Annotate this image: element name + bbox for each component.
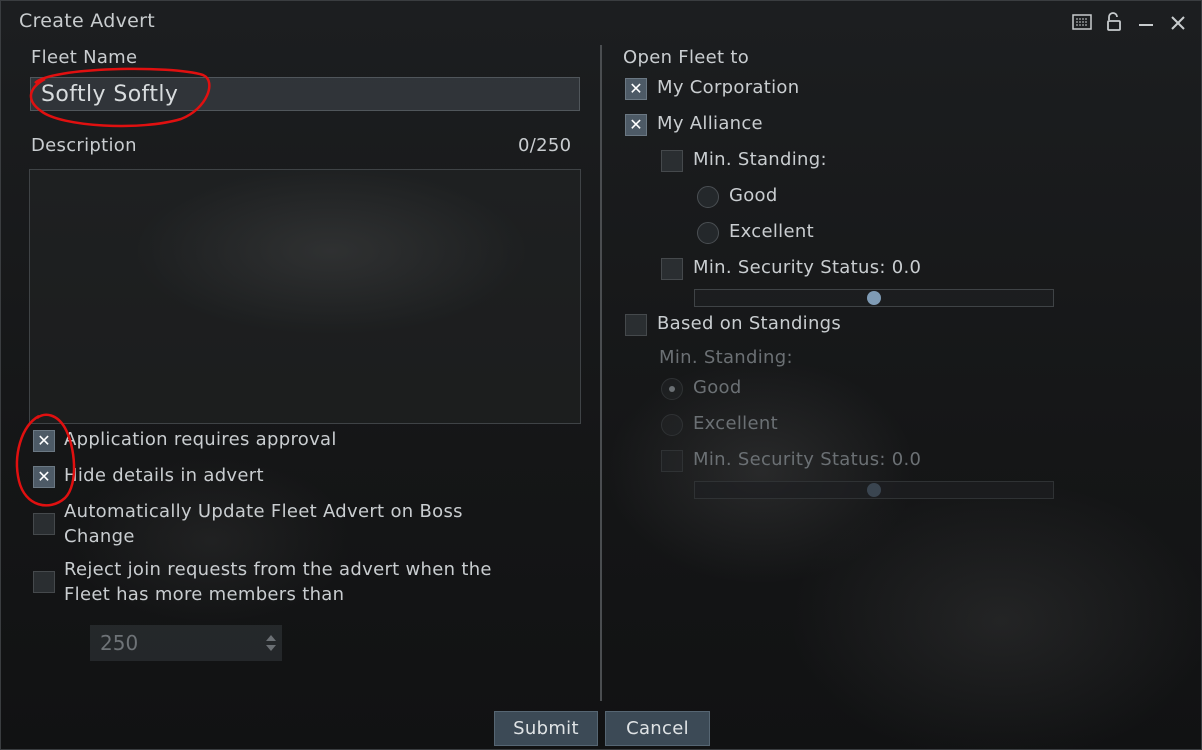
my-alliance-checkbox[interactable] xyxy=(625,114,647,136)
description-textarea[interactable] xyxy=(29,169,581,424)
alliance-standing-good-radio[interactable] xyxy=(697,186,719,208)
description-counter: 0/250 xyxy=(518,135,572,156)
reject-join-checkbox[interactable] xyxy=(33,571,55,593)
member-limit-value: 250 xyxy=(100,631,139,655)
alliance-min-standing-label: Min. Standing: xyxy=(693,149,827,170)
auto-update-checkbox[interactable] xyxy=(33,513,55,535)
reject-join-label-line1: Reject join requests from the advert whe… xyxy=(64,559,492,580)
application-approval-label: Application requires approval xyxy=(64,429,337,450)
reject-join-label-line2: Fleet has more members than xyxy=(64,584,345,605)
member-limit-stepper[interactable]: 250 xyxy=(90,625,282,661)
alliance-min-security-checkbox[interactable] xyxy=(661,258,683,280)
standings-min-standing-label: Min. Standing: xyxy=(659,347,793,368)
auto-update-label-line1: Automatically Update Fleet Advert on Bos… xyxy=(64,501,463,522)
my-alliance-label: My Alliance xyxy=(657,113,763,134)
title-bar[interactable]: Create Advert xyxy=(1,1,1201,43)
cancel-button[interactable]: Cancel xyxy=(605,711,710,746)
description-label: Description xyxy=(31,135,137,156)
standings-good-radio[interactable] xyxy=(661,378,683,400)
alliance-min-security-label: Min. Security Status: 0.0 xyxy=(693,257,922,278)
auto-update-label-line2: Change xyxy=(64,526,135,547)
standings-excellent-label: Excellent xyxy=(693,413,778,434)
alliance-min-standing-checkbox[interactable] xyxy=(661,150,683,172)
minimize-icon[interactable] xyxy=(1135,11,1157,33)
column-divider xyxy=(600,45,602,701)
alliance-standing-excellent-label: Excellent xyxy=(729,221,814,242)
standings-min-security-label: Min. Security Status: 0.0 xyxy=(693,449,922,470)
alliance-standing-good-label: Good xyxy=(729,185,778,206)
application-approval-checkbox[interactable] xyxy=(33,430,55,452)
open-fleet-label: Open Fleet to xyxy=(623,47,750,68)
submit-button[interactable]: Submit xyxy=(494,711,598,746)
based-on-standings-checkbox[interactable] xyxy=(625,314,647,336)
unlock-icon[interactable] xyxy=(1103,11,1125,33)
standings-good-label: Good xyxy=(693,377,742,398)
alliance-security-slider-thumb[interactable] xyxy=(867,291,881,305)
standings-security-slider-thumb[interactable] xyxy=(867,483,881,497)
compact-mode-icon[interactable] xyxy=(1071,11,1093,33)
fleet-name-label: Fleet Name xyxy=(31,47,138,68)
alliance-standing-excellent-radio[interactable] xyxy=(697,222,719,244)
hide-details-label: Hide details in advert xyxy=(64,465,264,486)
close-icon[interactable] xyxy=(1167,11,1189,33)
spinner-arrows-icon[interactable] xyxy=(264,631,278,655)
based-on-standings-label: Based on Standings xyxy=(657,313,842,334)
fleet-name-input[interactable]: Softly Softly xyxy=(30,77,580,111)
alliance-security-slider[interactable] xyxy=(694,289,1054,307)
hide-details-checkbox[interactable] xyxy=(33,466,55,488)
standings-min-security-checkbox[interactable] xyxy=(661,450,683,472)
standings-excellent-radio[interactable] xyxy=(661,414,683,436)
standings-security-slider[interactable] xyxy=(694,481,1054,499)
my-corporation-label: My Corporation xyxy=(657,77,800,98)
create-advert-window: Create Advert Fleet Name Softly Softly D… xyxy=(0,0,1202,750)
my-corporation-checkbox[interactable] xyxy=(625,78,647,100)
window-title: Create Advert xyxy=(19,10,155,32)
